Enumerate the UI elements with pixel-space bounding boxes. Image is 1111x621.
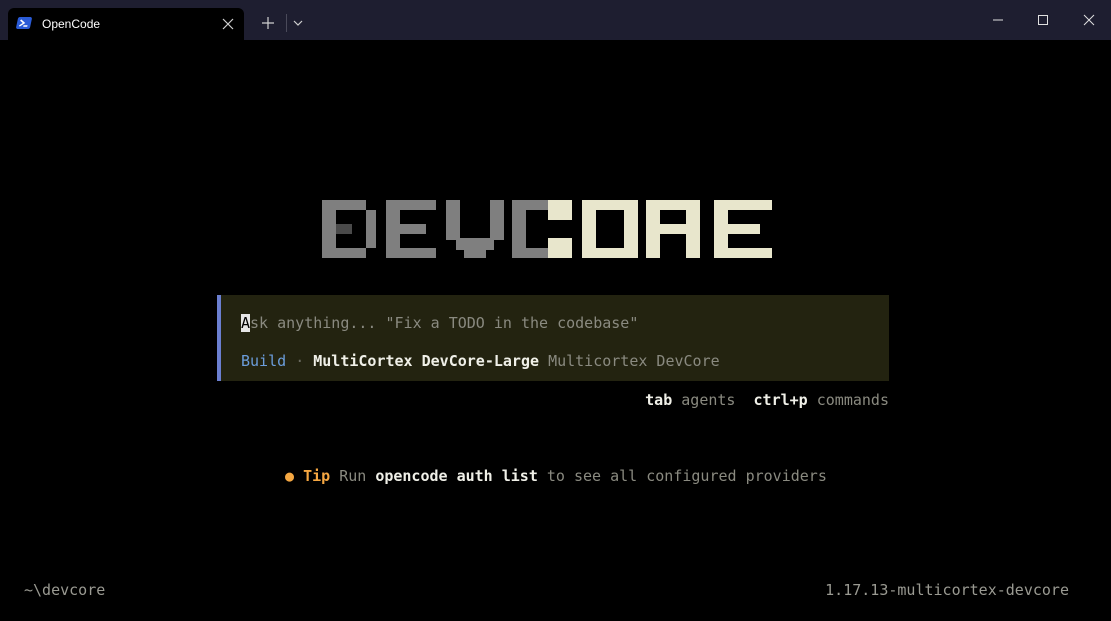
hint-label-agents: agents <box>681 391 736 409</box>
logo-letter-o <box>582 200 638 258</box>
tab-separator <box>286 14 287 32</box>
agent-label[interactable]: Build <box>241 352 286 370</box>
logo-letter-r <box>646 200 700 258</box>
tip-bullet-icon: ● <box>285 467 295 485</box>
tip-after: to see all configured providers <box>546 467 827 485</box>
powershell-icon <box>15 17 33 29</box>
tip-label: Tip <box>303 467 331 485</box>
minimize-icon[interactable] <box>986 10 1010 30</box>
tab-title: OpenCode <box>42 17 101 31</box>
prompt-placeholder: sk anything... "Fix a TODO in the codeba… <box>250 314 639 332</box>
logo-letter-e-2 <box>714 200 772 258</box>
logo-letter-e-1 <box>386 200 436 258</box>
maximize-icon[interactable] <box>1031 10 1055 30</box>
hint-label-commands: commands <box>816 391 889 409</box>
tab-opencode[interactable]: OpenCode <box>8 8 244 40</box>
tip-command: opencode auth list <box>375 467 538 485</box>
hint-key-tab: tab <box>645 391 673 409</box>
logo-letter-c <box>512 200 572 258</box>
version-label: 1.17.13-multicortex-devcore <box>825 581 1069 599</box>
logo-letter-d <box>322 200 376 258</box>
tip-before: Run <box>339 467 367 485</box>
prompt-input[interactable]: Ask anything... "Fix a TODO in the codeb… <box>241 314 638 332</box>
logo-letter-v <box>446 200 504 258</box>
meta-separator: · <box>295 352 305 370</box>
title-bar: OpenCode <box>0 0 1111 40</box>
prompt-meta: Build · MultiCortex DevCore-Large Multic… <box>241 352 720 370</box>
chevron-down-icon[interactable] <box>290 14 306 32</box>
tab-close-icon[interactable] <box>218 14 238 34</box>
tip-line: ● Tip Run opencode auth list to see all … <box>285 467 827 485</box>
prompt-box[interactable]: Ask anything... "Fix a TODO in the codeb… <box>217 295 889 381</box>
text-cursor: A <box>241 314 251 332</box>
model-label[interactable]: MultiCortex DevCore-Large <box>313 352 539 370</box>
close-window-icon[interactable] <box>1077 10 1101 30</box>
hint-key-ctrl-p: ctrl+p <box>753 391 808 409</box>
provider-label: Multicortex DevCore <box>548 352 720 370</box>
devcore-logo <box>322 200 772 258</box>
keyboard-hints: tab agents ctrl+p commands <box>645 391 889 409</box>
current-directory: ~\devcore <box>24 581 106 599</box>
new-tab-icon[interactable] <box>258 13 278 33</box>
